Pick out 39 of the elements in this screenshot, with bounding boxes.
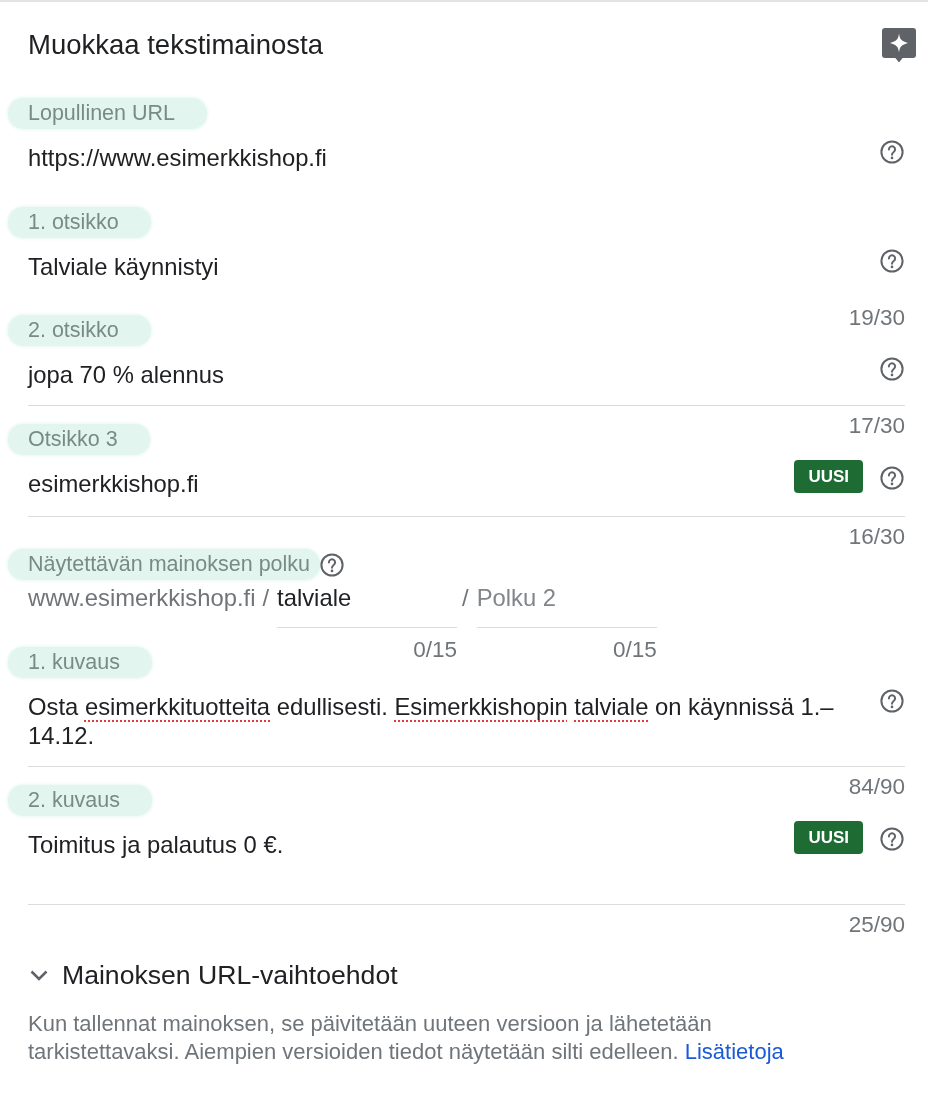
text-field[interactable]: https://www.esimerkkishop.fi <box>28 143 880 172</box>
character-counter: 84/90 <box>848 776 905 798</box>
path-separator: / <box>262 583 270 613</box>
field-label: 2. otsikko <box>8 315 151 346</box>
text-field[interactable]: esimerkkishop.fi <box>28 468 795 498</box>
text-field[interactable]: Talviale käynnistyi <box>28 251 880 281</box>
field-label: 1. kuvaus <box>8 647 153 678</box>
domain-text: www.esimerkkishop.fi <box>28 583 256 613</box>
field-label: Lopullinen URL <box>8 98 207 129</box>
url-options-toggle[interactable]: Mainoksen URL-vaihtoehdot <box>28 958 398 992</box>
panel-title: Muokkaa tekstimainosta <box>28 28 323 62</box>
character-counter: 0/15 <box>413 638 458 661</box>
character-counter: 19/30 <box>848 306 905 329</box>
help-icon[interactable] <box>880 689 904 713</box>
new-badge: UUSI <box>794 459 863 493</box>
text-field[interactable]: Osta esimerkkituotteita edullisesti. Esimerkkishopin talviale on käynnissä 1.–14.12. <box>28 692 880 750</box>
new-badge: UUSI <box>794 820 863 854</box>
character-counter: 0/15 <box>612 638 657 661</box>
help-icon[interactable] <box>880 140 904 164</box>
character-counter: 16/30 <box>848 525 905 548</box>
field-label: Otsikko 3 <box>8 423 150 455</box>
help-icon[interactable] <box>320 552 345 577</box>
help-icon[interactable] <box>880 357 904 381</box>
character-counter: 17/30 <box>848 415 905 437</box>
text-field[interactable]: jopa 70 % alennus <box>28 360 880 389</box>
help-icon[interactable] <box>880 826 904 851</box>
path-field[interactable]: Polku 2 <box>476 583 657 628</box>
text-field[interactable]: Toimitus ja palautus 0 €. <box>28 829 795 888</box>
learn-more-link[interactable]: Lisätietoja <box>684 1039 784 1064</box>
path-separator: / <box>462 583 469 613</box>
field-label: Näytettävän mainoksen polku <box>8 549 321 580</box>
path-field[interactable]: talviale <box>277 583 458 628</box>
field-label: 1. otsikko <box>8 206 151 238</box>
field-label: 2. kuvaus <box>8 784 153 816</box>
sparkle-icon[interactable] <box>882 28 916 64</box>
help-icon[interactable] <box>880 248 904 273</box>
help-icon[interactable] <box>880 465 904 490</box>
notice-text: Kun tallennat mainoksen, se päivitetään uuteen versioon ja lähetetään tarkistettavaksi. Aiempien versioiden tiedot näytetään silti edelleen. Lisätietoja <box>28 1010 785 1066</box>
character-counter: 25/90 <box>848 913 905 936</box>
